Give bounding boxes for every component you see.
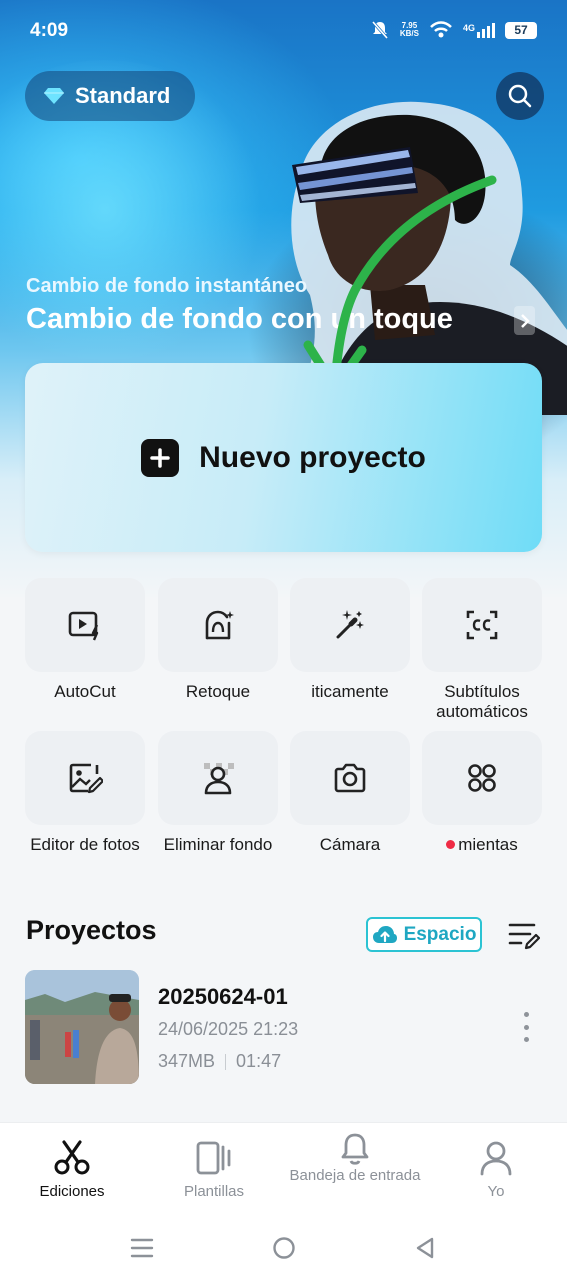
project-name[interactable]: 20250624-01 <box>158 984 288 1010</box>
meta-separator <box>225 1053 227 1070</box>
project-duration: 01:47 <box>236 1051 282 1071</box>
captions-icon <box>466 610 498 640</box>
space-button[interactable]: Espacio <box>366 917 482 952</box>
back-icon[interactable] <box>414 1236 436 1260</box>
tool-label: Retoque <box>185 682 251 701</box>
project-date: 24/06/2025 21:23 <box>158 1019 299 1039</box>
plan-label: Standard <box>75 83 171 108</box>
bell-icon <box>341 1133 369 1165</box>
nav-yo[interactable]: Yo <box>426 1123 566 1215</box>
project-thumbnail[interactable] <box>25 970 139 1084</box>
nav-plantillas[interactable]: Plantillas <box>144 1123 284 1215</box>
search-icon <box>508 84 532 108</box>
nav-label: Ediciones <box>39 1183 105 1200</box>
muted-bell-icon <box>371 21 388 39</box>
tool-label: Cámara <box>319 835 381 854</box>
tool-photo-editor[interactable]: Editor de fotos <box>25 731 145 855</box>
tool-remove-background[interactable]: Eliminar fondo <box>158 731 278 855</box>
remove-bg-icon <box>204 763 234 795</box>
tool-retouch[interactable]: Retoque <box>158 578 278 702</box>
projects-title: Proyectos <box>26 915 157 945</box>
tool-label: iticamente <box>311 682 389 701</box>
space-label: Espacio <box>403 923 477 945</box>
project-thumbnail-image <box>25 970 139 1084</box>
tool-auto-captions[interactable]: Subtítulos automáticos <box>422 578 542 722</box>
status-bar: 4:09 7.95 KB/S 4G 57 <box>0 0 567 64</box>
nav-label: Plantillas <box>183 1183 245 1200</box>
camera-icon <box>334 763 366 793</box>
banner-next-button[interactable] <box>514 306 535 335</box>
chevron-right-icon <box>520 313 530 328</box>
tool-more-tools[interactable]: mientas <box>422 731 542 855</box>
new-project-label: Nuevo proyecto <box>199 440 426 474</box>
tool-magic[interactable]: iticamente <box>290 578 410 702</box>
photo-edit-icon <box>69 763 103 794</box>
home-icon[interactable] <box>272 1236 296 1260</box>
scissors-icon <box>54 1140 90 1175</box>
new-project-button[interactable]: Nuevo proyecto <box>25 363 542 552</box>
search-button[interactable] <box>496 72 544 120</box>
plus-icon <box>141 438 180 477</box>
project-meta: 347MB 01:47 <box>158 1051 281 1072</box>
banner-subtitle: Cambio de fondo instantáneo <box>26 275 308 297</box>
network-speed: 7.95 KB/S <box>399 21 419 38</box>
tool-autocut[interactable]: AutoCut <box>25 578 145 702</box>
nav-bandeja[interactable]: Bandeja de entrada <box>285 1123 425 1215</box>
tool-label: Eliminar fondo <box>163 835 273 854</box>
cell-signal-icon: 4G <box>463 22 495 38</box>
recent-apps-icon[interactable] <box>130 1237 154 1259</box>
notification-dot <box>446 840 456 850</box>
standard-plan-button[interactable]: Standard <box>25 71 195 121</box>
autocut-icon <box>68 611 99 641</box>
nav-ediciones[interactable]: Ediciones <box>2 1123 142 1215</box>
retouch-icon <box>205 610 234 640</box>
cloud-upload-icon <box>372 925 397 943</box>
templates-icon <box>196 1141 231 1175</box>
profile-icon <box>480 1141 512 1176</box>
nav-label: Bandeja de entrada <box>289 1167 421 1184</box>
status-time: 4:09 <box>30 20 69 41</box>
tool-label: Editor de fotos <box>30 835 140 854</box>
system-navigation-bar <box>0 1214 567 1280</box>
magic-wand-icon <box>336 610 364 639</box>
bottom-navigation: Ediciones Plantillas Bandeja de entrada <box>0 1122 567 1214</box>
wifi-icon <box>430 21 452 38</box>
grid-icon <box>468 764 496 792</box>
project-size: 347MB <box>158 1051 216 1071</box>
list-edit-icon[interactable] <box>508 920 540 950</box>
status-icons: 7.95 KB/S 4G 57 <box>370 20 537 40</box>
tool-camera[interactable]: Cámara <box>290 731 410 855</box>
tool-label: AutoCut <box>54 682 116 701</box>
battery-indicator: 57 <box>505 21 537 39</box>
nav-label: Yo <box>487 1183 505 1200</box>
project-more-icon[interactable] <box>516 1012 536 1042</box>
diamond-icon <box>44 88 64 104</box>
tool-label: Subtítulos automáticos <box>436 682 528 721</box>
tool-label: mientas <box>415 835 549 855</box>
